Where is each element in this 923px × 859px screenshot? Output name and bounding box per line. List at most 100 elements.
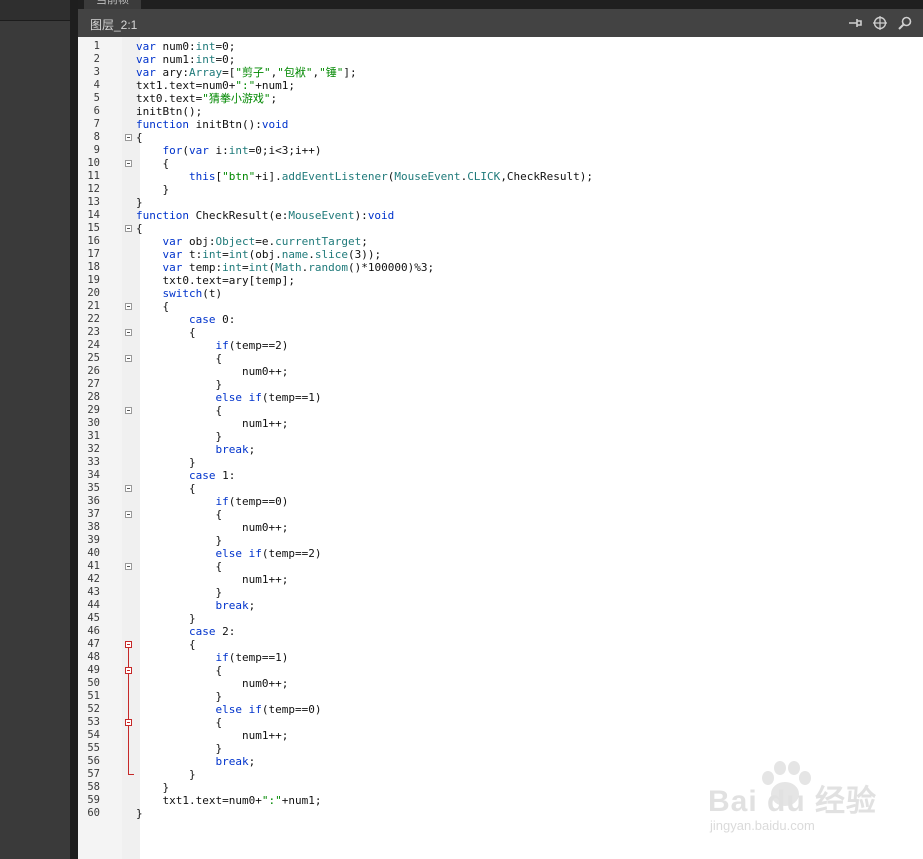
crosshair-icon[interactable] (871, 14, 889, 32)
code-line[interactable]: 28 else if(temp==1) (78, 391, 923, 404)
code-line[interactable]: 39 } (78, 534, 923, 547)
code-text: case 2: (188, 625, 236, 638)
code-line[interactable]: 59 txt1.text=num0+":"+num1; (78, 794, 923, 807)
code-line[interactable]: 9 for(var i:int=0;i<3;i++) (78, 144, 923, 157)
code-line[interactable]: 3 var ary:Array=["剪子","包袱","锤"]; (78, 66, 923, 79)
fold-toggle-icon[interactable] (125, 134, 132, 141)
line-number: 8 (93, 131, 100, 143)
code-line[interactable]: 1 var num0:int=0; (78, 40, 923, 53)
code-line[interactable]: 12 } (78, 183, 923, 196)
code-line[interactable]: 51 } (78, 690, 923, 703)
code-line[interactable]: 11 this["btn"+i].addEventListener(MouseE… (78, 170, 923, 183)
code-line[interactable]: 47 { (78, 638, 923, 651)
script-editor[interactable]: 1 var num0:int=0; 2 var num1:int=0; 3 var ary… (78, 37, 923, 859)
code-line[interactable]: 6 initBtn(); (78, 105, 923, 118)
line-number: 10 (87, 157, 100, 169)
code-line[interactable]: 22 case 0: (78, 313, 923, 326)
code-line[interactable]: 46 case 2: (78, 625, 923, 638)
code-text: txt0.text="猜拳小游戏"; (136, 92, 278, 105)
tab-current-frame[interactable]: 当前帧 (84, 0, 141, 9)
code-line[interactable]: 16 var obj:Object=e.currentTarget; (78, 235, 923, 248)
fold-toggle-icon[interactable] (125, 485, 132, 492)
line-number: 41 (87, 560, 100, 572)
pin-icon[interactable] (846, 14, 864, 32)
code-line[interactable]: 38 num0++; (78, 521, 923, 534)
code-line[interactable]: 4 txt1.text=num0+":"+num1; (78, 79, 923, 92)
code-line[interactable]: 25 { (78, 352, 923, 365)
code-line[interactable]: 33 } (78, 456, 923, 469)
fold-toggle-icon[interactable] (125, 407, 132, 414)
code-line[interactable]: 50 num0++; (78, 677, 923, 690)
fold-toggle-icon[interactable] (125, 225, 132, 232)
code-line[interactable]: 2 var num1:int=0; (78, 53, 923, 66)
code-line[interactable]: 10 { (78, 157, 923, 170)
code-line[interactable]: 19 txt0.text=ary[temp]; (78, 274, 923, 287)
code-text: var ary:Array=["剪子","包袱","锤"]; (136, 66, 357, 79)
fold-toggle-icon[interactable] (125, 511, 132, 518)
fold-toggle-icon[interactable] (125, 667, 132, 674)
code-line[interactable]: 5 txt0.text="猜拳小游戏"; (78, 92, 923, 105)
code-line[interactable]: 32 break; (78, 443, 923, 456)
code-line[interactable]: 45 } (78, 612, 923, 625)
fold-toggle-icon[interactable] (125, 563, 132, 570)
code-line[interactable]: 27 } (78, 378, 923, 391)
code-line[interactable]: 20 switch(t) (78, 287, 923, 300)
line-number: 15 (87, 222, 100, 234)
code-line[interactable]: 31 } (78, 430, 923, 443)
code-text: function CheckResult(e:MouseEvent):void (136, 209, 395, 222)
code-line[interactable]: 41 { (78, 560, 923, 573)
code-line[interactable]: 34 case 1: (78, 469, 923, 482)
code-line[interactable]: 7 function initBtn():void (78, 118, 923, 131)
code-line[interactable]: 52 else if(temp==0) (78, 703, 923, 716)
code-line[interactable]: 58 } (78, 781, 923, 794)
line-number: 16 (87, 235, 100, 247)
code-line[interactable]: 21 { (78, 300, 923, 313)
fold-toggle-icon[interactable] (125, 303, 132, 310)
line-number: 36 (87, 495, 100, 507)
code-lines[interactable]: 1 var num0:int=0; 2 var num1:int=0; 3 var ary… (78, 40, 923, 820)
code-line[interactable]: 14 function CheckResult(e:MouseEvent):voi… (78, 209, 923, 222)
code-line[interactable]: 55 } (78, 742, 923, 755)
line-number: 51 (87, 690, 100, 702)
code-line[interactable]: 29 { (78, 404, 923, 417)
code-line[interactable]: 13} (78, 196, 923, 209)
code-line[interactable]: 57 } (78, 768, 923, 781)
line-number: 12 (87, 183, 100, 195)
code-line[interactable]: 44 break; (78, 599, 923, 612)
search-icon[interactable] (896, 14, 914, 32)
fold-toggle-icon[interactable] (125, 719, 132, 726)
code-line[interactable]: 40 else if(temp==2) (78, 547, 923, 560)
code-line[interactable]: 36 if(temp==0) (78, 495, 923, 508)
code-line[interactable]: 17 var t:int=int(obj.name.slice(3)); (78, 248, 923, 261)
code-line[interactable]: 30 num1++; (78, 417, 923, 430)
code-line[interactable]: 24 if(temp==2) (78, 339, 923, 352)
code-line[interactable]: 42 num1++; (78, 573, 923, 586)
code-text: if(temp==2) (215, 339, 289, 352)
code-line[interactable]: 35 { (78, 482, 923, 495)
line-number: 44 (87, 599, 100, 611)
code-line[interactable]: 54 num1++; (78, 729, 923, 742)
panel-divider[interactable] (70, 0, 78, 859)
code-line[interactable]: 26 num0++; (78, 365, 923, 378)
line-number: 2 (93, 53, 100, 65)
code-line[interactable]: 23 { (78, 326, 923, 339)
code-line[interactable]: 60} (78, 807, 923, 820)
code-line[interactable]: 18 var temp:int=int(Math.random()*100000… (78, 261, 923, 274)
fold-toggle-icon[interactable] (125, 329, 132, 336)
fold-toggle-icon[interactable] (125, 355, 132, 362)
line-number: 46 (87, 625, 100, 637)
code-line[interactable]: 56 break; (78, 755, 923, 768)
line-number: 1 (93, 40, 100, 52)
line-number: 45 (87, 612, 100, 624)
code-line[interactable]: 48 if(temp==1) (78, 651, 923, 664)
code-text: } (136, 807, 143, 820)
fold-toggle-icon[interactable] (125, 160, 132, 167)
code-line[interactable]: 49 { (78, 664, 923, 677)
line-number: 3 (93, 66, 100, 78)
code-line[interactable]: 15 { (78, 222, 923, 235)
code-line[interactable]: 43 } (78, 586, 923, 599)
fold-toggle-icon[interactable] (125, 641, 132, 648)
code-line[interactable]: 37 { (78, 508, 923, 521)
code-line[interactable]: 53 { (78, 716, 923, 729)
code-line[interactable]: 8{ (78, 131, 923, 144)
